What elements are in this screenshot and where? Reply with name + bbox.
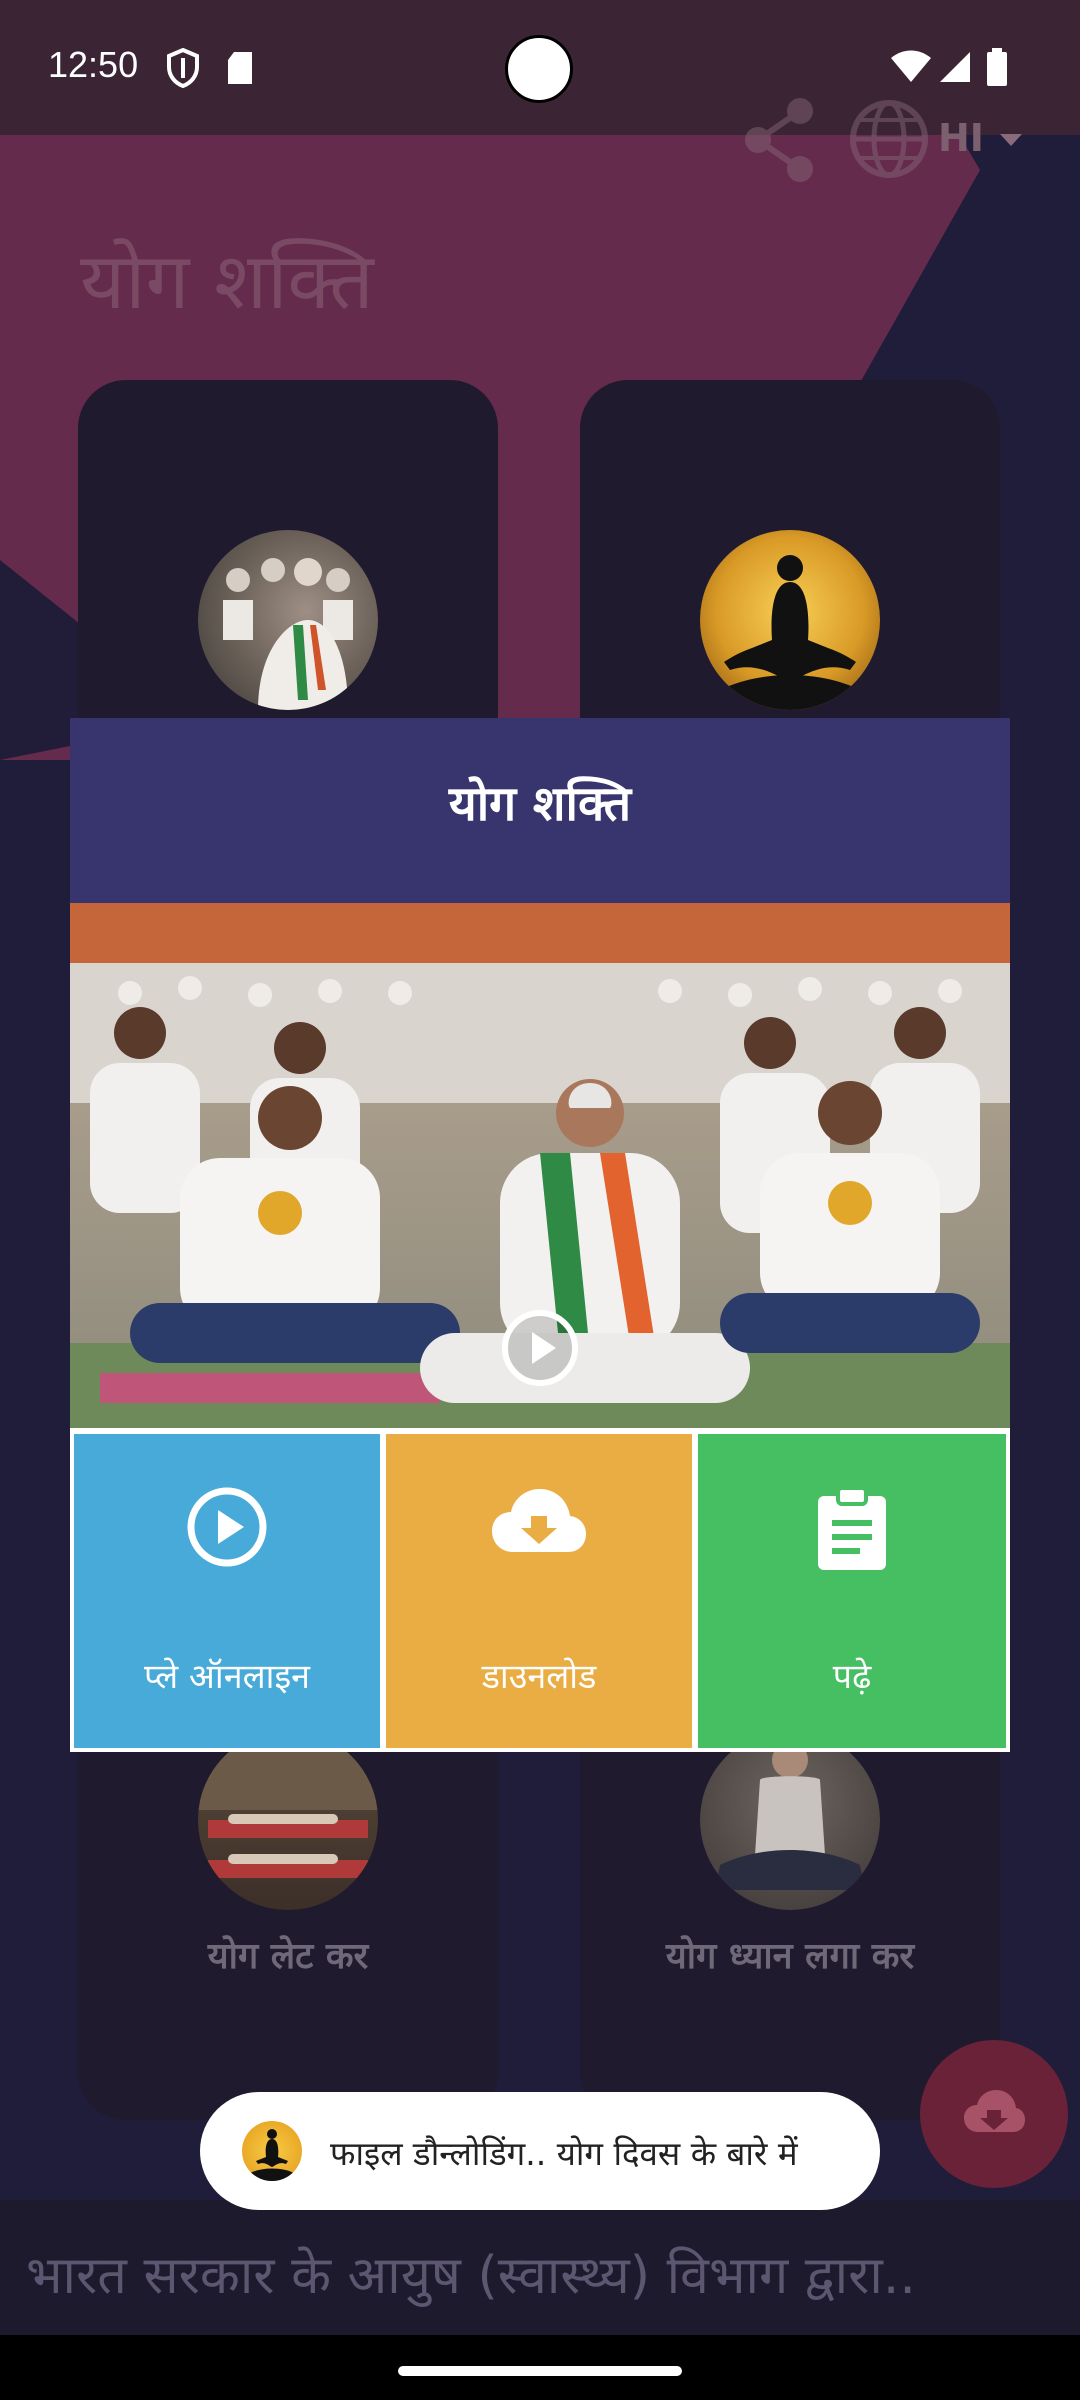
play-circle-icon — [187, 1487, 267, 1567]
shield-icon — [167, 48, 199, 88]
read-button[interactable]: पढ़े — [698, 1434, 1006, 1748]
home-gesture-handle[interactable] — [398, 2366, 682, 2376]
play-icon[interactable] — [500, 1308, 580, 1388]
toast-notification: फाइल डौन्लोडिंग.. योग दिवस के बारे में — [200, 2092, 880, 2210]
signal-icon — [940, 52, 970, 82]
screen: 12:50 HI योग शक्ति योग लेट कर योग ध्यान … — [0, 0, 1080, 2400]
toast-message: फाइल डौन्लोडिंग.. योग दिवस के बारे में — [330, 2134, 798, 2173]
download-button[interactable]: डाउनलोड — [386, 1434, 692, 1748]
camera-cutout — [505, 35, 573, 103]
chevron-down-icon[interactable] — [998, 132, 1024, 148]
share-icon[interactable] — [740, 95, 820, 185]
options-dialog: योग शक्ति प्ले ऑनलाइन डाउनलोड पढ़े — [70, 718, 1010, 1752]
play-online-label: प्ले ऑनलाइन — [143, 1657, 311, 1697]
yoga-crowd-thumbnail — [198, 530, 378, 710]
download-fab[interactable] — [920, 2040, 1068, 2188]
battery-icon — [987, 48, 1007, 86]
play-online-button[interactable]: प्ले ऑनलाइन — [74, 1434, 380, 1748]
clipboard-icon — [818, 1486, 886, 1570]
wifi-icon — [891, 50, 931, 82]
cloud-download-icon — [964, 2090, 1025, 2132]
dialog-header: योग शक्ति — [70, 718, 1010, 903]
yoga-logo-icon — [242, 2121, 302, 2181]
status-time: 12:50 — [48, 44, 139, 85]
page-title: योग शक्ति — [80, 237, 374, 327]
card-caption: योग लेट कर — [207, 1936, 369, 1977]
card-caption: योग ध्यान लगा कर — [665, 1936, 915, 1977]
video-thumbnail[interactable] — [70, 903, 1010, 1428]
ticker-text: भारत सरकार के आयुष (स्वास्थ्य) विभाग द्व… — [26, 2246, 916, 2306]
read-label: पढ़े — [832, 1657, 872, 1697]
cloud-download-icon — [492, 1489, 586, 1552]
globe-icon[interactable] — [848, 98, 930, 180]
meditation-silhouette-thumbnail — [700, 530, 880, 710]
meditation-thumbnail — [700, 1730, 880, 1910]
dialog-title: योग शक्ति — [448, 776, 632, 832]
lying-yoga-thumbnail — [198, 1730, 378, 1910]
download-label: डाउनलोड — [481, 1657, 597, 1697]
language-label[interactable]: HI — [938, 116, 984, 160]
sd-card-icon — [228, 52, 252, 84]
